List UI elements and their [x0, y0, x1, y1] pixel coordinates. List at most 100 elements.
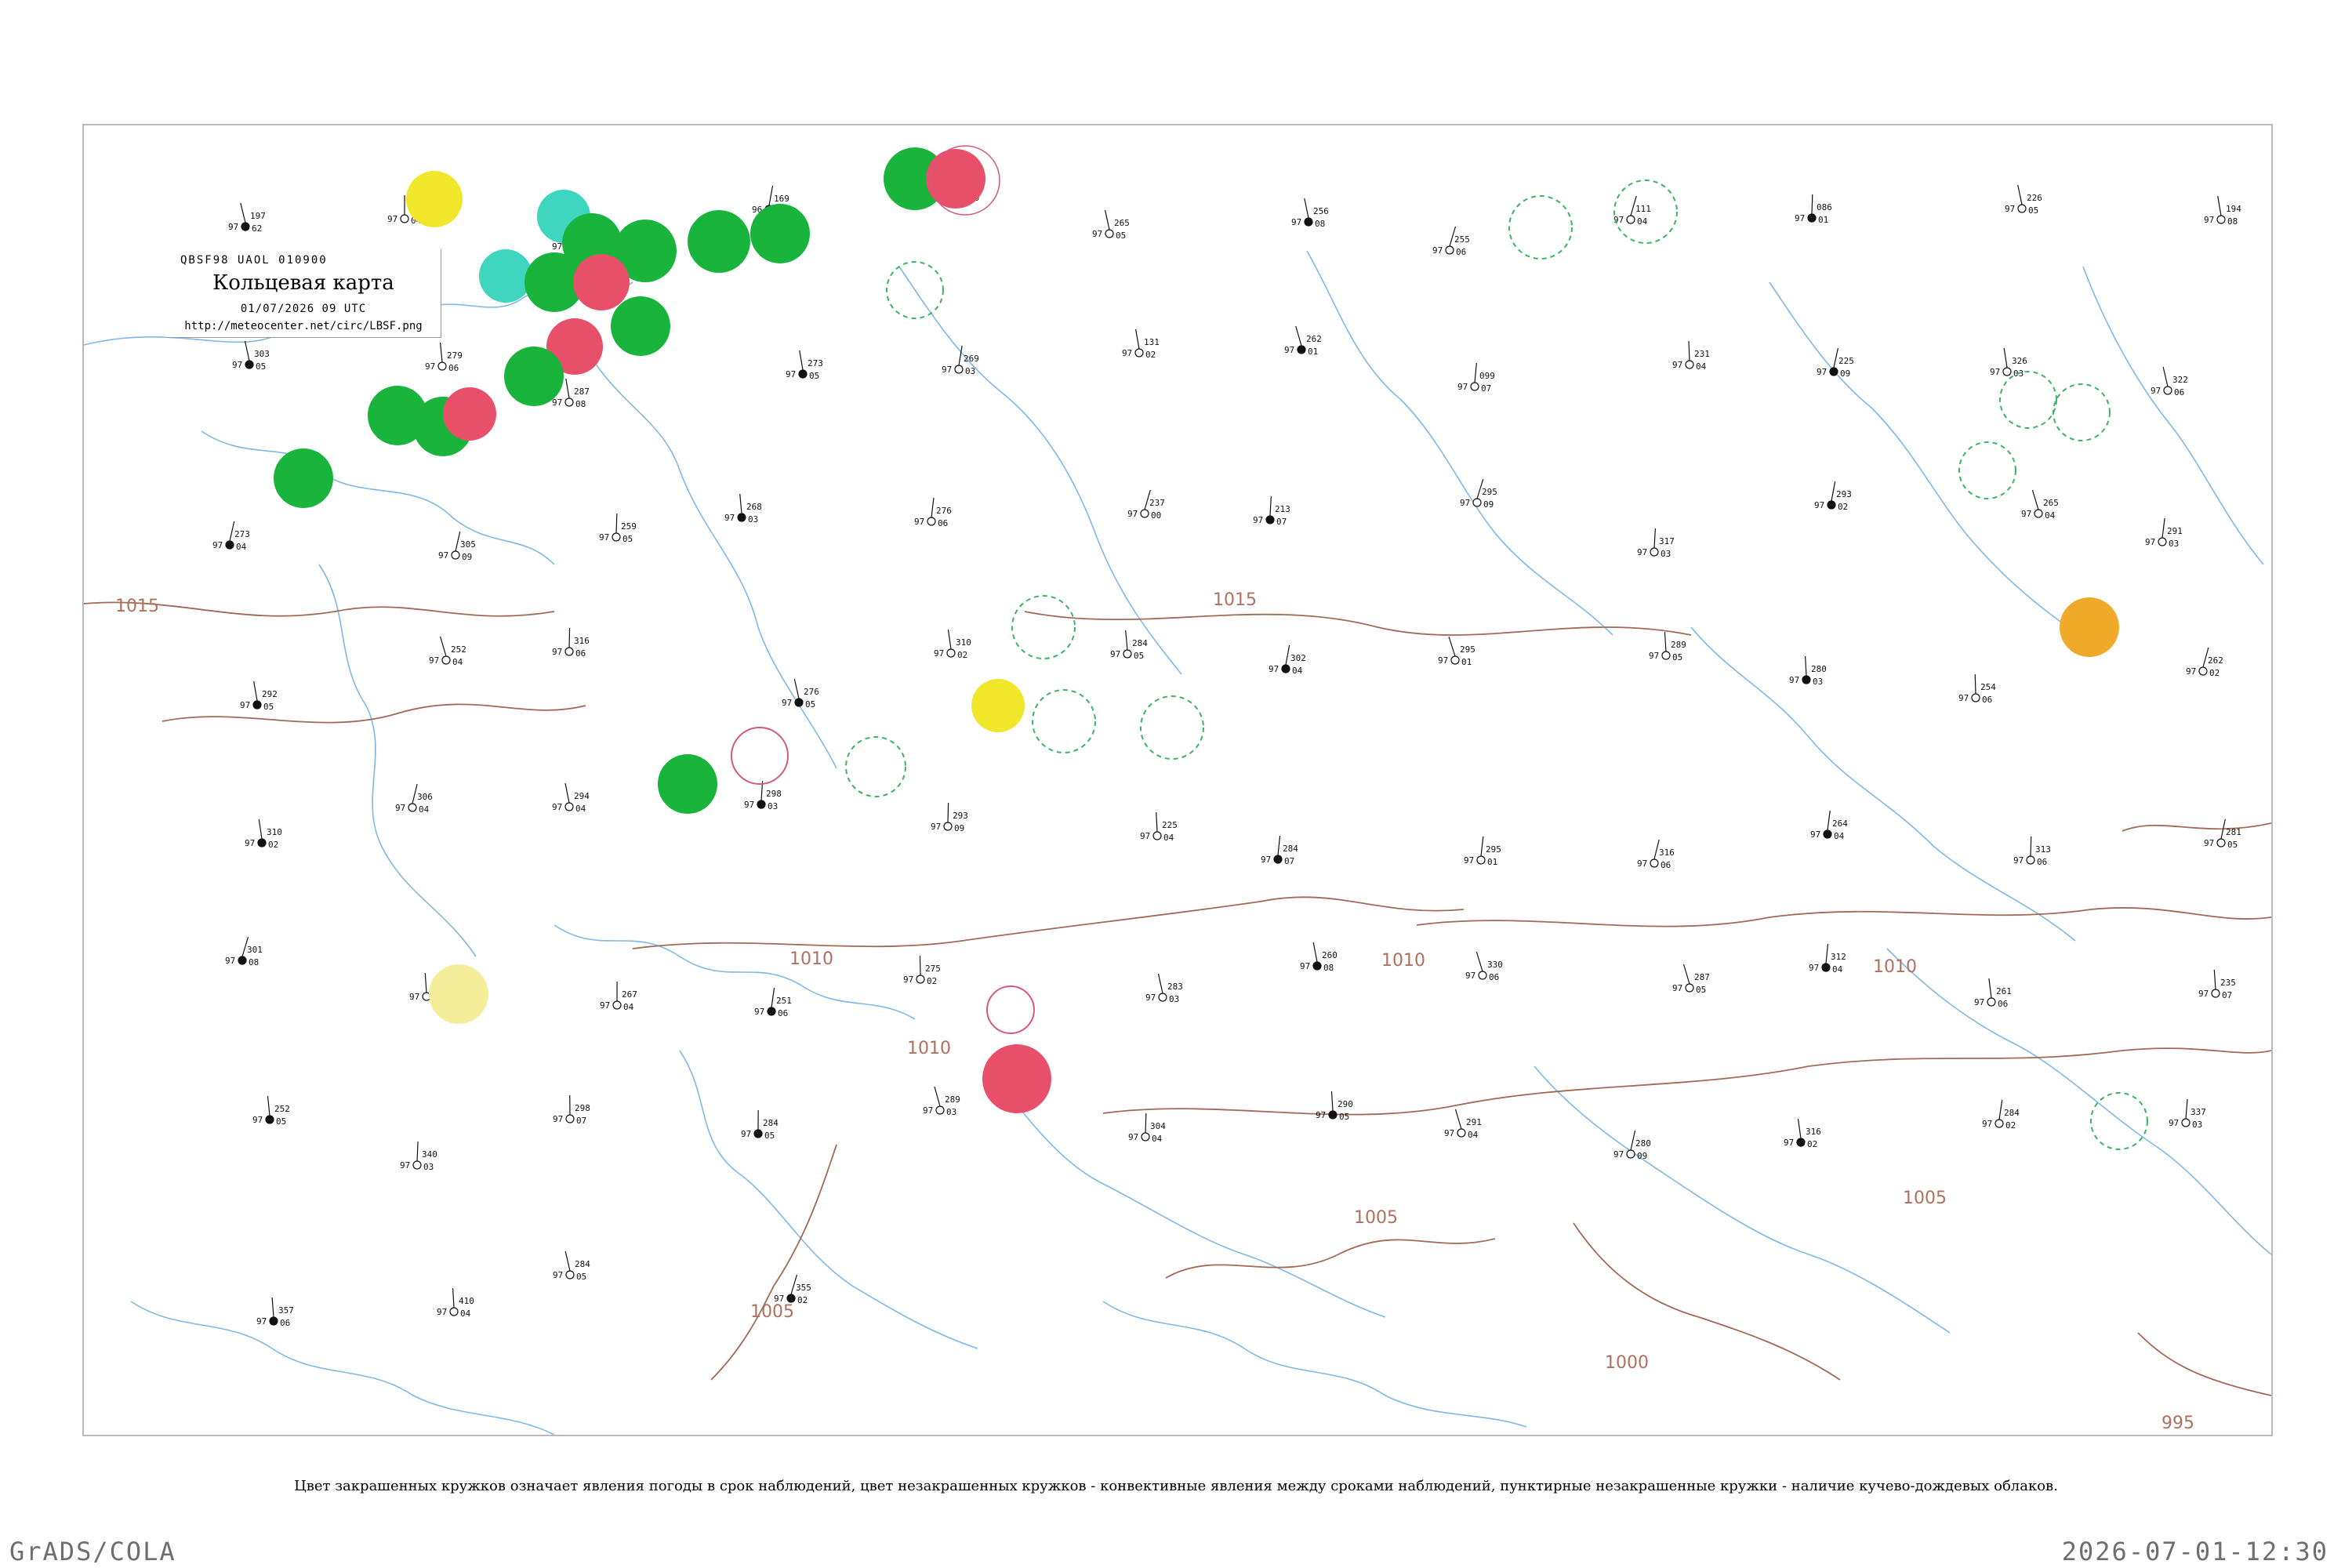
station-pressure: 225 — [1162, 820, 1178, 830]
coastline — [593, 360, 837, 769]
wind-barb — [1454, 1109, 1462, 1130]
station-tendency: 09 — [1840, 368, 1850, 379]
station-tendency: 03 — [2169, 539, 2179, 549]
weather-circle-green — [611, 296, 670, 356]
isobar-line — [1165, 1238, 1496, 1279]
cb-cloud-ring — [1140, 695, 1204, 760]
station-plot: 304 97 04 — [1128, 1112, 1166, 1144]
station-pressure: 298 — [575, 1103, 590, 1113]
station-visibility: 97 — [1672, 360, 1682, 370]
cloud-cover-symbol — [612, 532, 621, 542]
station-pressure: 298 — [766, 789, 782, 799]
station-pressure: 313 — [2035, 844, 2051, 855]
station-tendency: 06 — [448, 363, 459, 373]
station-tendency: 03 — [965, 366, 975, 376]
station-plot: 237 97 00 — [1127, 489, 1165, 521]
station-pressure: 305 — [460, 539, 476, 550]
station-pressure: 293 — [953, 811, 968, 821]
station-pressure: 086 — [1817, 202, 1832, 212]
wind-barb — [934, 1086, 941, 1107]
cloud-cover-symbol — [412, 1160, 422, 1170]
station-tendency: 07 — [1276, 517, 1287, 527]
station-pressure: 225 — [1838, 356, 1854, 366]
station-visibility: 97 — [2005, 204, 2015, 214]
station-visibility: 97 — [400, 1160, 410, 1171]
station-tendency: 06 — [2174, 387, 2184, 397]
station-tendency: 04 — [1152, 1134, 1163, 1144]
station-visibility: 97 — [931, 822, 941, 832]
station-tendency: 03 — [946, 1107, 956, 1117]
station-tendency: 08 — [575, 399, 586, 409]
station-plot: 275 97 02 — [903, 955, 941, 986]
cb-cloud-ring — [1032, 689, 1096, 753]
cloud-cover-symbol — [2181, 1118, 2190, 1127]
station-tendency: 05 — [809, 371, 819, 381]
station-visibility: 97 — [1464, 855, 1474, 866]
isobar-line — [2122, 822, 2271, 832]
cb-cloud-ring — [1011, 595, 1076, 659]
wind-barb — [1448, 636, 1456, 657]
station-plot: 283 97 03 — [1145, 973, 1183, 1004]
station-visibility: 97 — [552, 802, 562, 812]
station-pressure: 287 — [574, 387, 590, 397]
cloud-cover-symbol — [1140, 509, 1149, 518]
station-tendency: 02 — [1838, 502, 1848, 512]
station-tendency: 02 — [1145, 350, 1156, 360]
station-tendency: 03 — [768, 801, 778, 811]
station-visibility: 97 — [1817, 367, 1827, 377]
wind-barb — [615, 513, 618, 534]
station-plot: 252 97 04 — [429, 636, 466, 667]
station-tendency: 04 — [623, 1002, 634, 1012]
station-plot: 303 97 05 — [232, 340, 270, 372]
render-timestamp: 2026-07-01-12:30 — [2061, 1537, 2328, 1566]
station-plot: 284 97 05 — [553, 1250, 590, 1282]
station-pressure: 131 — [1144, 337, 1160, 347]
station-visibility: 97 — [245, 838, 255, 848]
station-plot: 252 97 05 — [252, 1095, 290, 1127]
station-tendency: 02 — [2209, 668, 2220, 678]
station-tendency: 01 — [1818, 215, 1828, 225]
station-visibility: 97 — [1300, 961, 1310, 971]
cloud-cover-symbol — [794, 698, 804, 707]
cloud-cover-symbol — [245, 360, 254, 369]
station-pressure: 284 — [763, 1118, 779, 1128]
station-plot: 295 97 01 — [1438, 636, 1475, 667]
station-pressure: 280 — [1811, 664, 1827, 674]
cloud-cover-symbol — [565, 1114, 575, 1123]
wind-barb — [1682, 964, 1690, 985]
wind-barb — [1797, 1118, 1802, 1139]
station-visibility: 97 — [774, 1294, 784, 1304]
station-tendency: 06 — [2037, 857, 2047, 867]
station-tendency: 06 — [1998, 999, 2008, 1009]
cloud-cover-symbol — [1823, 829, 1832, 839]
station-pressure: 293 — [1836, 489, 1852, 499]
station-plot: 298 97 07 — [553, 1094, 590, 1126]
station-visibility: 97 — [225, 956, 235, 966]
station-pressure: 295 — [1460, 644, 1475, 655]
cloud-cover-symbol — [786, 1294, 796, 1303]
station-visibility: 97 — [256, 1316, 267, 1327]
station-visibility: 97 — [782, 698, 792, 708]
station-pressure: 111 — [1635, 204, 1651, 214]
station-pressure: 337 — [2190, 1107, 2206, 1117]
cloud-cover-symbol — [2026, 855, 2035, 865]
station-plot: 265 97 04 — [2021, 489, 2059, 521]
station-plot: 301 97 08 — [225, 936, 263, 967]
station-visibility: 97 — [1637, 858, 1647, 869]
station-visibility: 97 — [1438, 655, 1448, 666]
station-plot: 265 97 05 — [1092, 209, 1130, 241]
wind-barb — [947, 802, 949, 823]
station-pressure: 287 — [1694, 972, 1710, 982]
station-tendency: 08 — [1323, 963, 1334, 973]
station-tendency: 02 — [268, 840, 278, 850]
cloud-cover-symbol — [1141, 1132, 1150, 1142]
station-tendency: 62 — [252, 223, 262, 234]
isobar-label: 1000 — [1605, 1353, 1649, 1373]
station-plot: 305 97 09 — [438, 531, 476, 562]
station-pressure: 295 — [1486, 844, 1501, 855]
cloud-cover-symbol — [798, 369, 808, 379]
station-tendency: 07 — [576, 1116, 586, 1126]
station-plot: 264 97 04 — [1810, 810, 1848, 841]
station-plot: 293 97 09 — [931, 802, 968, 833]
station-tendency: 05 — [256, 361, 266, 372]
